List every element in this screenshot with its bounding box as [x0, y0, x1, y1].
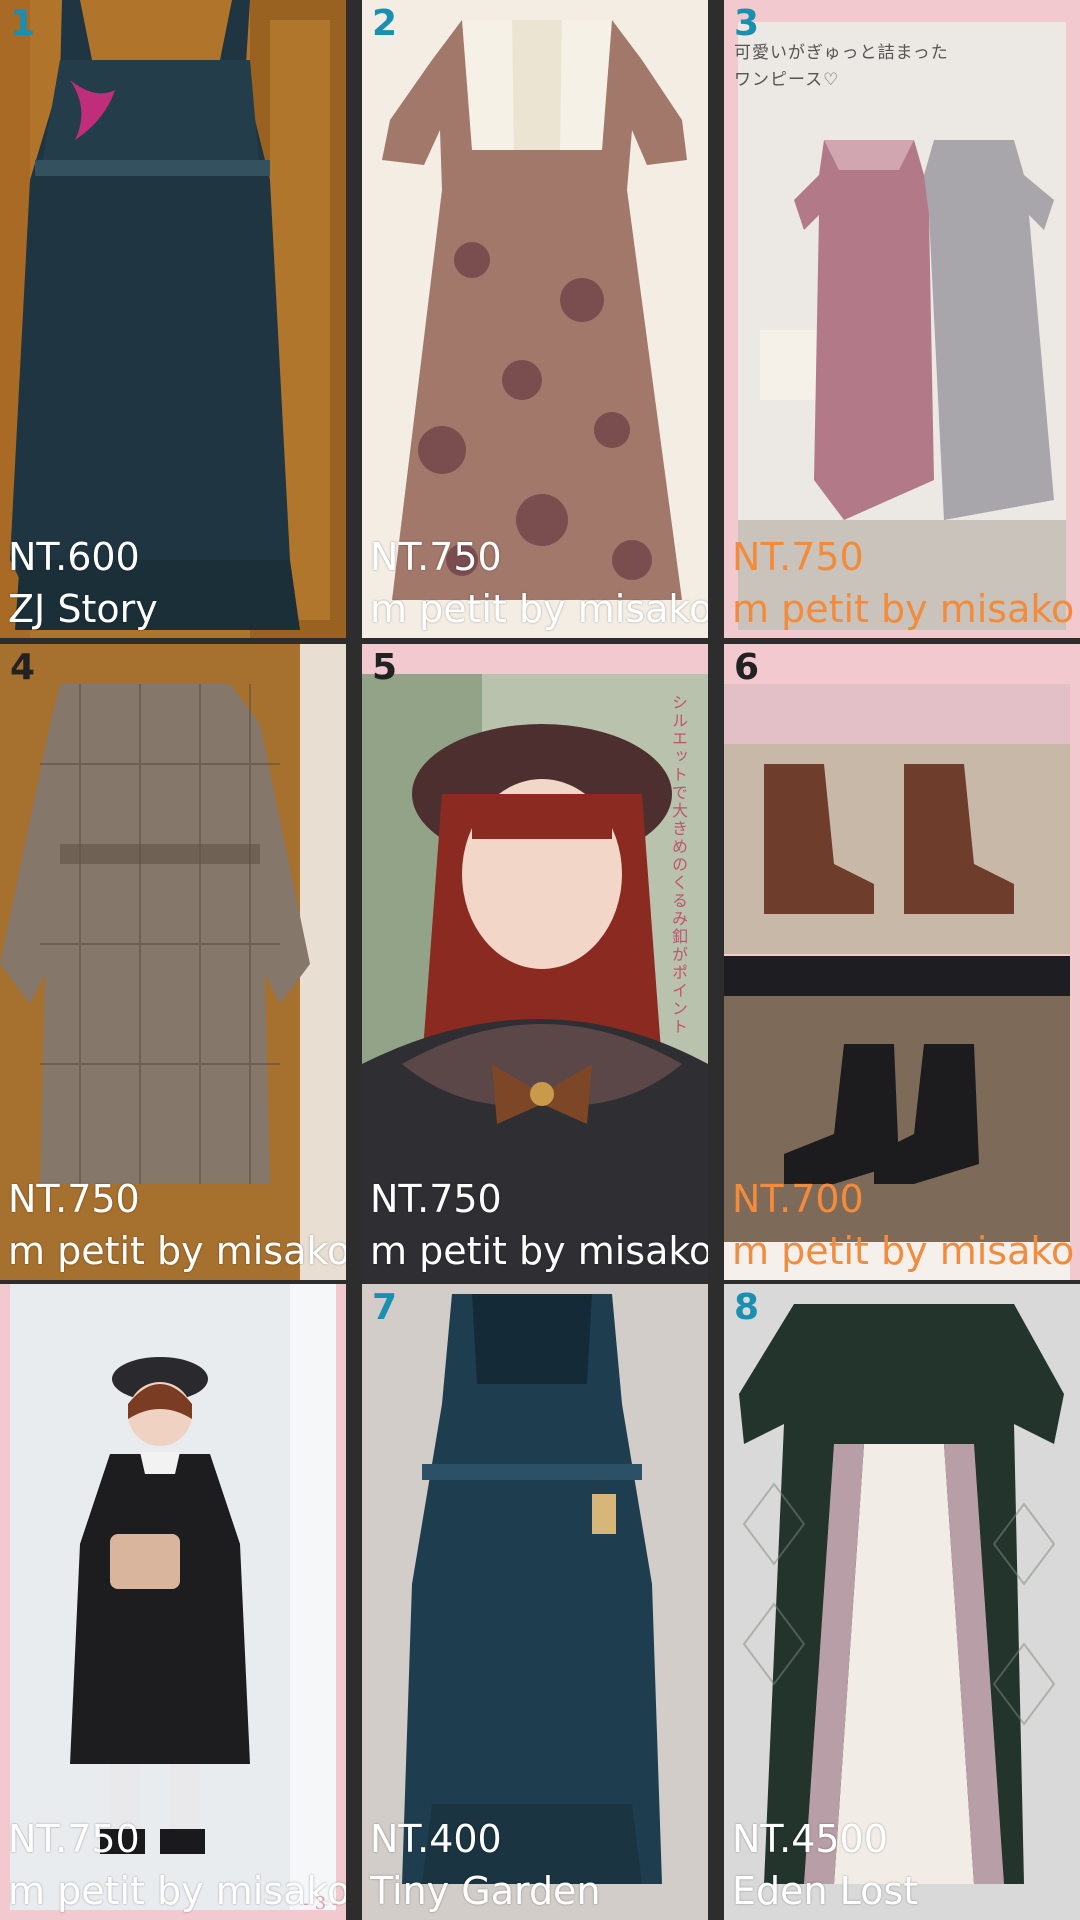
item-brand: m petit by misako — [732, 1229, 1075, 1273]
item-brand: m petit by misako — [8, 1869, 346, 1913]
promo-vertical-caption: シルエットで大きめのくるみ釦がポイント — [669, 694, 688, 1036]
item-brand: m petit by misako — [370, 1229, 708, 1273]
item-brand: m petit by misako — [370, 587, 708, 631]
item-price: NT.750 — [8, 1177, 140, 1221]
item-number: 8 — [734, 1287, 760, 1328]
item-price: NT.600 — [8, 535, 140, 579]
product-card-4[interactable]: 4 NT.750 m petit by misako — [0, 644, 346, 1280]
page-number: - 3 - — [302, 1893, 338, 1914]
item-brand: ZJ Story — [8, 587, 158, 631]
item-brand: m petit by misako — [732, 587, 1075, 631]
product-card-3[interactable]: 可愛いがぎゅっと詰まった ワンピース♡ 3 NT.750 m petit by … — [724, 0, 1080, 638]
item-price: NT.750 — [732, 535, 864, 579]
product-card-5[interactable]: シルエットで大きめのくるみ釦がポイント 5 NT.750 m petit by … — [362, 644, 708, 1280]
product-card-1[interactable]: 1 NT.600 ZJ Story — [0, 0, 346, 638]
item-price: NT.750 — [370, 535, 502, 579]
item-brand: m petit by misako — [8, 1229, 346, 1273]
product-card-2[interactable]: 2 NT.750 m petit by misako — [362, 0, 708, 638]
product-card-7[interactable]: NT.750 m petit by misako - 3 - — [0, 1284, 346, 1920]
item-number: 5 — [372, 647, 398, 688]
product-card-6[interactable]: 6 NT.700 m petit by misako — [724, 644, 1080, 1280]
item-number: 6 — [734, 647, 760, 688]
product-card-9[interactable]: 8 NT.4500 Eden Lost — [724, 1284, 1080, 1920]
item-price: NT.400 — [370, 1817, 502, 1861]
item-price: NT.4500 — [732, 1817, 888, 1861]
product-card-8[interactable]: 7 NT.400 Tiny Garden — [362, 1284, 708, 1920]
item-number: 7 — [372, 1287, 398, 1328]
item-price: NT.750 — [8, 1817, 140, 1861]
item-number: 1 — [10, 3, 36, 44]
item-number: 3 — [734, 3, 760, 44]
promo-caption: 可愛いがぎゅっと詰まった ワンピース♡ — [734, 43, 949, 91]
item-price: NT.750 — [370, 1177, 502, 1221]
item-number: 4 — [10, 647, 36, 688]
item-price: NT.700 — [732, 1177, 864, 1221]
item-brand: Tiny Garden — [370, 1869, 601, 1913]
item-number: 2 — [372, 3, 398, 44]
item-brand: Eden Lost — [732, 1869, 919, 1913]
